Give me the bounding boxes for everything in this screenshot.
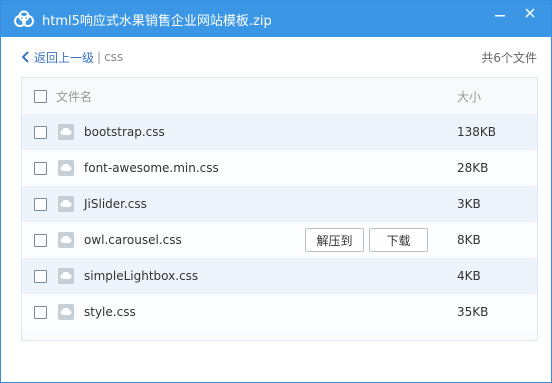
file-name[interactable]: bootstrap.css bbox=[84, 125, 165, 139]
file-size: 35KB bbox=[457, 305, 489, 319]
cloud-icon bbox=[12, 7, 36, 31]
select-all-checkbox[interactable] bbox=[34, 89, 47, 103]
column-header-size: 大小 bbox=[457, 89, 482, 104]
file-name[interactable]: simpleLightbox.css bbox=[84, 269, 198, 283]
file-size: 8KB bbox=[457, 233, 481, 247]
file-icon bbox=[58, 124, 74, 140]
file-size: 4KB bbox=[457, 269, 481, 283]
breadcrumb-current-folder: css bbox=[104, 50, 124, 64]
file-list-header: 文件名 大小 bbox=[22, 78, 537, 114]
file-name[interactable]: font-awesome.min.css bbox=[84, 161, 219, 175]
row-checkbox[interactable] bbox=[34, 125, 47, 139]
file-icon bbox=[58, 196, 74, 212]
file-name[interactable]: style.css bbox=[84, 305, 136, 319]
back-label: 返回上一级 bbox=[34, 50, 95, 65]
file-name[interactable]: owl.carousel.css bbox=[84, 233, 182, 247]
file-name[interactable]: JiSlider.css bbox=[84, 197, 147, 211]
file-icon bbox=[58, 304, 74, 320]
file-size: 28KB bbox=[457, 161, 489, 175]
window-title: html5响应式水果销售企业网站模板.zip bbox=[42, 13, 272, 29]
breadcrumb: 返回上一级 | css 共6个文件 bbox=[1, 37, 551, 77]
file-icon bbox=[58, 268, 74, 284]
file-list: 文件名 大小 bootstrap.css 138KB font-awesome.… bbox=[21, 77, 538, 341]
table-row[interactable]: owl.carousel.css 解压到 下载 8KB bbox=[22, 222, 537, 258]
archive-window: html5响应式水果销售企业网站模板.zip 返回上一级 | css 共6个文件… bbox=[0, 0, 552, 383]
breadcrumb-separator: | bbox=[97, 50, 102, 64]
file-count: 共6个文件 bbox=[481, 50, 537, 65]
close-icon[interactable] bbox=[515, 1, 545, 25]
row-checkbox[interactable] bbox=[34, 305, 47, 319]
table-row[interactable]: style.css 35KB bbox=[22, 294, 537, 330]
table-row[interactable]: JiSlider.css 3KB bbox=[22, 186, 537, 222]
row-checkbox[interactable] bbox=[34, 233, 47, 247]
table-row[interactable]: bootstrap.css 138KB bbox=[22, 114, 537, 150]
extract-to-button[interactable]: 解压到 bbox=[305, 228, 364, 252]
back-button[interactable]: 返回上一级 bbox=[21, 49, 94, 66]
table-row[interactable]: simpleLightbox.css 4KB bbox=[22, 258, 537, 294]
column-header-name: 文件名 bbox=[56, 89, 93, 104]
row-checkbox[interactable] bbox=[34, 197, 47, 211]
file-size: 138KB bbox=[457, 125, 497, 139]
download-button[interactable]: 下载 bbox=[369, 228, 428, 252]
row-checkbox[interactable] bbox=[34, 161, 47, 175]
file-icon bbox=[58, 160, 74, 176]
row-checkbox[interactable] bbox=[34, 269, 47, 283]
titlebar: html5响应式水果销售企业网站模板.zip bbox=[1, 1, 551, 37]
file-icon bbox=[58, 232, 74, 248]
table-row[interactable]: font-awesome.min.css 28KB bbox=[22, 150, 537, 186]
file-size: 3KB bbox=[457, 197, 481, 211]
chevron-left-icon bbox=[21, 51, 29, 63]
minimize-icon[interactable] bbox=[485, 1, 515, 25]
